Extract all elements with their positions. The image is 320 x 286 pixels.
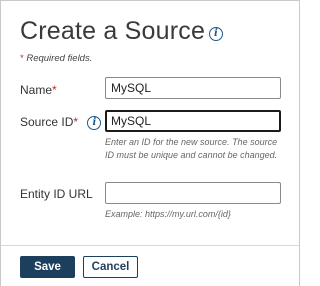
info-icon[interactable]: i [209,27,224,41]
source-id-help-text: Enter an ID for the new source. The sour… [105,137,278,160]
source-id-label: Source ID* i [20,115,102,131]
entity-id-url-input[interactable] [105,182,281,204]
dialog-footer: Save Cancel [1,245,299,286]
create-source-dialog: Create a Source i * Required fields. Name… [0,0,300,286]
entity-id-url-label: Entity ID URL [20,187,93,201]
name-input[interactable] [105,77,281,99]
required-note-text: Required fields. [26,53,93,64]
required-fields-note: * Required fields. [20,53,92,64]
save-button[interactable]: Save [20,256,75,278]
source-id-info-icon[interactable]: i [87,116,102,130]
name-label: Name* [20,83,57,97]
source-id-required-star: * [73,115,79,129]
name-required-star: * [52,83,57,97]
dialog-title-row: Create a Source i [20,17,224,46]
entity-id-url-help-text: Example: https://my.url.com/{id} [105,209,231,219]
dialog-title: Create a Source [20,17,206,45]
source-id-input[interactable] [105,110,281,132]
entity-id-url-label-text: Entity ID URL [20,187,93,201]
cancel-button[interactable]: Cancel [83,256,138,278]
source-id-label-text: Source ID [20,115,74,129]
name-label-text: Name [20,83,53,97]
required-star: * [20,53,24,64]
